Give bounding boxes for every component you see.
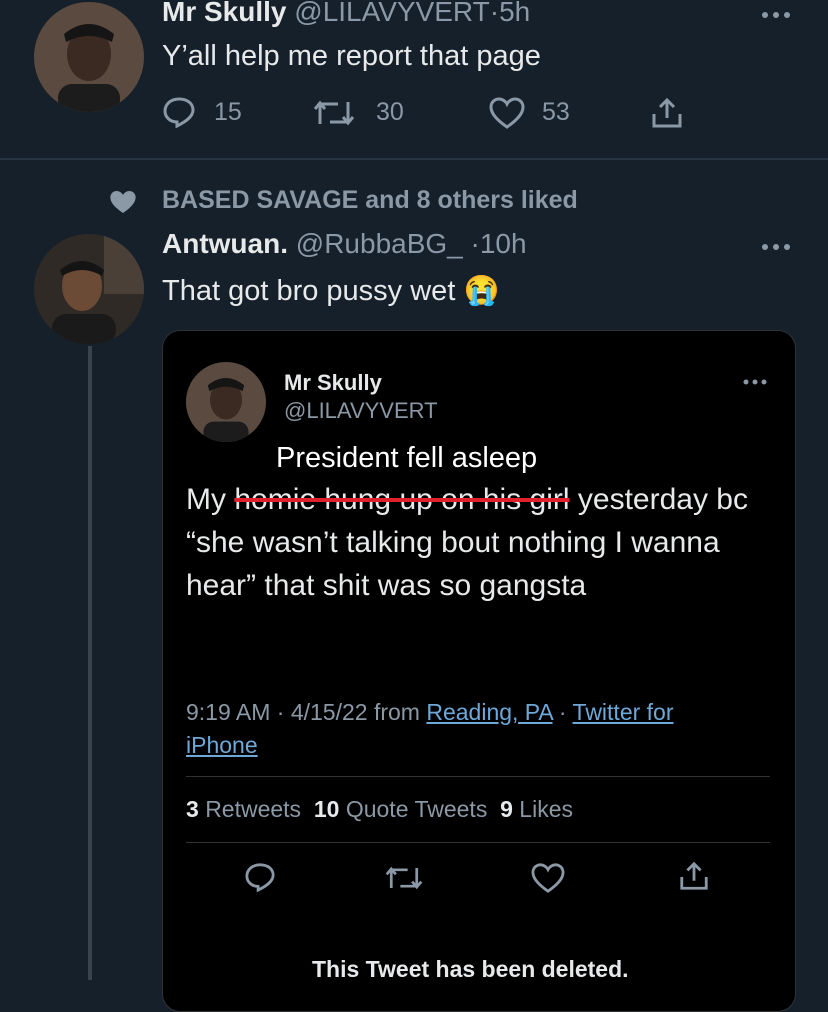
author-name[interactable]: Mr Skully (162, 0, 286, 27)
crying-face-emoji: 😭 (463, 275, 500, 307)
retweets-label: Retweets (205, 796, 302, 822)
author-handle[interactable]: @RubbaBG_ (296, 228, 463, 259)
author-name[interactable]: Antwuan. (162, 228, 288, 259)
share-icon[interactable] (678, 860, 710, 892)
likes-count: 9 (500, 796, 513, 822)
tweet-text-prefix: My (186, 483, 235, 516)
location-link[interactable]: Reading, PA (426, 699, 552, 725)
avatar[interactable] (186, 362, 266, 442)
quote-tweets-label: Quote Tweets (345, 796, 488, 822)
like-icon[interactable] (530, 862, 566, 894)
avatar[interactable] (34, 234, 144, 344)
quoted-tweet-card[interactable] (162, 330, 796, 1012)
divider (186, 776, 770, 777)
tweet-text: That got bro pussy wet (162, 275, 456, 307)
likes-stat[interactable]: 9 Likes (500, 796, 573, 822)
separator: · (552, 699, 573, 725)
author-handle[interactable]: @LILAVYVERT (294, 0, 489, 27)
struck-text: homie hung up on his girl (234, 483, 570, 516)
separator: · (489, 0, 500, 27)
retweet-icon[interactable] (312, 98, 356, 128)
timestamp[interactable]: 5h (499, 0, 530, 27)
avatar[interactable] (34, 2, 144, 112)
likes-label: Likes (519, 796, 573, 822)
like-count: 53 (542, 98, 570, 126)
divider (186, 842, 770, 843)
retweet-icon[interactable] (384, 864, 424, 892)
retweets-stat[interactable]: 3 Retweets (186, 796, 301, 822)
like-icon[interactable] (488, 96, 526, 130)
more-options-icon[interactable] (760, 8, 792, 22)
tweet-timestamp: 9:19 AM · 4/15/22 from (186, 699, 427, 725)
author-handle[interactable]: @LILAVYVERT (284, 398, 438, 424)
more-options-icon[interactable] (760, 240, 792, 254)
quote-tweets-count: 10 (313, 796, 340, 822)
retweet-count: 30 (376, 98, 404, 126)
share-icon[interactable] (650, 96, 684, 130)
more-options-icon[interactable] (742, 376, 768, 388)
separator: · (470, 228, 480, 259)
reply-count: 15 (214, 98, 242, 126)
thread-line (88, 346, 92, 980)
quote-tweets-stat[interactable]: 10 Quote Tweets (314, 796, 487, 822)
edit-overlay-text: President fell asleep (276, 442, 538, 474)
author-name[interactable]: Mr Skully (284, 370, 382, 396)
reply-icon[interactable] (244, 862, 276, 892)
tweet-text: Y’all help me report that page (162, 40, 541, 72)
social-context-text[interactable]: BASED SAVAGE and 8 others liked (162, 186, 578, 215)
timestamp[interactable]: 10h (480, 228, 527, 259)
deleted-tweet-notice: This Tweet has been deleted. (312, 956, 629, 982)
retweets-count: 3 (186, 796, 199, 822)
heart-filled-icon (108, 188, 138, 216)
reply-icon[interactable] (162, 96, 196, 128)
divider (0, 158, 828, 160)
